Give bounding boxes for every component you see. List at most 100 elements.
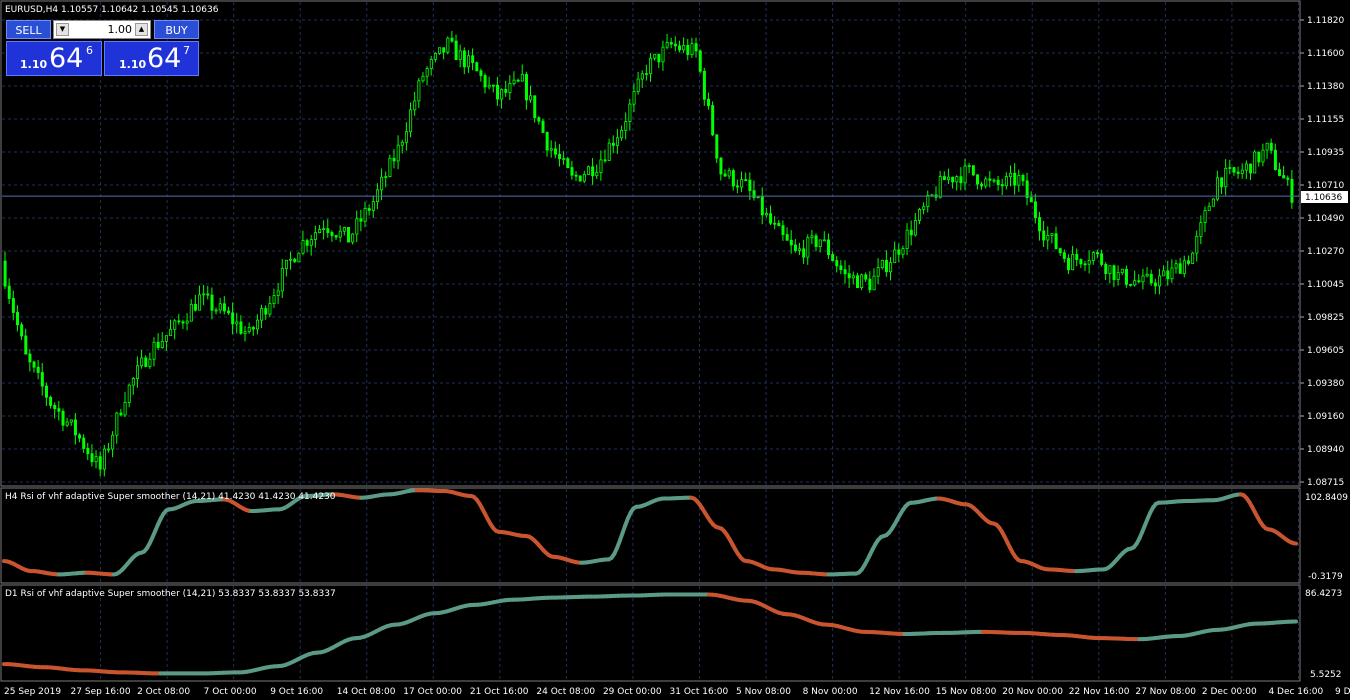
candle-body [86, 448, 90, 455]
candle-body [615, 137, 619, 146]
candle-body [189, 303, 193, 322]
candle-body [169, 328, 173, 337]
candle-body [1046, 234, 1050, 241]
candle-body [516, 79, 520, 82]
candle-body [980, 183, 984, 187]
candle-body [1191, 252, 1195, 264]
time-tick-label: 29 Oct 00:00 [603, 687, 662, 697]
candle-body [764, 213, 768, 216]
candle-body [1220, 177, 1224, 188]
lot-size-field[interactable]: ▼ 1.00 ▲ [53, 20, 151, 39]
candle-body [458, 50, 462, 60]
candle-body [173, 320, 177, 330]
candle-body [1162, 270, 1166, 277]
candle-body [16, 312, 20, 326]
price-chart[interactable]: 1.118201.116001.113801.111551.109351.107… [0, 0, 1350, 700]
candle-body [272, 295, 276, 304]
candle-body [446, 37, 450, 53]
candle-body [82, 437, 86, 449]
candle-body [723, 173, 727, 177]
candle-body [268, 303, 272, 315]
rsi-d1-max-label: 86.4273 [1305, 589, 1342, 599]
buy-button[interactable]: BUY [154, 20, 199, 39]
candle-body [769, 213, 773, 224]
candle-body [442, 47, 446, 53]
candle-body [847, 273, 851, 279]
time-tick-label: 22 Nov 16:00 [1069, 687, 1130, 697]
candle-body [1058, 248, 1062, 254]
price-tick-label: 1.10045 [1307, 280, 1344, 290]
candle-body [61, 410, 65, 426]
candle-body [835, 260, 839, 267]
candle-body [127, 384, 131, 403]
candle-body [7, 285, 11, 299]
buy-price-button[interactable]: 1.10 64 7 [104, 41, 199, 76]
candle-body [549, 148, 553, 151]
candle-body [644, 73, 648, 76]
candle-body [802, 248, 806, 258]
sell-button[interactable]: SELL [6, 20, 51, 39]
candle-body [520, 74, 524, 82]
candle-body [479, 70, 483, 76]
candle-body [1075, 254, 1079, 260]
candle-body [284, 259, 288, 269]
candle-body [702, 70, 706, 100]
candle-body [1282, 175, 1286, 179]
candle-body [471, 55, 475, 64]
time-tick-label: 21 Oct 16:00 [470, 687, 529, 697]
candle-body [429, 58, 433, 69]
price-tick-label: 1.11820 [1307, 16, 1344, 26]
candle-body [806, 237, 810, 258]
candle-body [351, 233, 355, 243]
one-click-trading-panel: SELL ▼ 1.00 ▲ BUY 1.10 64 6 1.10 64 7 [6, 20, 199, 76]
candle-body [123, 402, 127, 416]
price-tick-label: 1.11600 [1307, 49, 1344, 59]
price-tick-label: 1.08940 [1307, 445, 1344, 455]
candle-body [491, 84, 495, 87]
candle-body [475, 62, 479, 72]
candle-body [347, 227, 351, 243]
time-tick-label: 7 Oct 00:00 [204, 687, 257, 697]
sell-price-button[interactable]: 1.10 64 6 [6, 41, 102, 76]
candle-body [1273, 149, 1277, 170]
candle-body [562, 158, 566, 160]
candle-body [1211, 198, 1215, 207]
candle-body [777, 222, 781, 227]
candle-body [628, 103, 632, 123]
candle-body [450, 37, 454, 42]
candle-body [524, 74, 528, 101]
candle-body [371, 201, 375, 211]
candle-body [1228, 167, 1232, 169]
candle-body [433, 53, 437, 60]
candle-body [607, 142, 611, 162]
candle-body [839, 265, 843, 271]
candle-body [657, 53, 661, 63]
candle-body [1029, 197, 1033, 203]
candle-body [235, 321, 239, 325]
candle-body [984, 178, 988, 187]
rsi-h4-min-label: -0.3179 [1308, 572, 1343, 582]
candle-body [1083, 263, 1087, 266]
candle-body [400, 141, 404, 146]
candle-body [160, 341, 164, 348]
time-tick-label: 25 Sep 2019 [4, 687, 61, 697]
chevron-down-icon[interactable]: ▼ [56, 23, 69, 36]
candle-body [264, 308, 268, 315]
candle-body [322, 228, 326, 231]
candle-body [897, 249, 901, 255]
candle-body [90, 453, 94, 463]
candle-body [1182, 260, 1186, 274]
candle-body [918, 209, 922, 221]
chevron-up-icon[interactable]: ▲ [135, 23, 148, 36]
candle-body [992, 179, 996, 182]
candle-body [3, 260, 7, 287]
sell-price-prefix: 1.10 [20, 58, 48, 71]
candle-body [148, 358, 152, 367]
candle-body [318, 229, 322, 234]
candle-body [864, 274, 868, 280]
candle-body [1112, 265, 1116, 280]
lot-size-value[interactable]: 1.00 [108, 21, 133, 39]
candle-body [305, 240, 309, 246]
candle-body [1207, 205, 1211, 211]
candle-body [193, 303, 197, 311]
